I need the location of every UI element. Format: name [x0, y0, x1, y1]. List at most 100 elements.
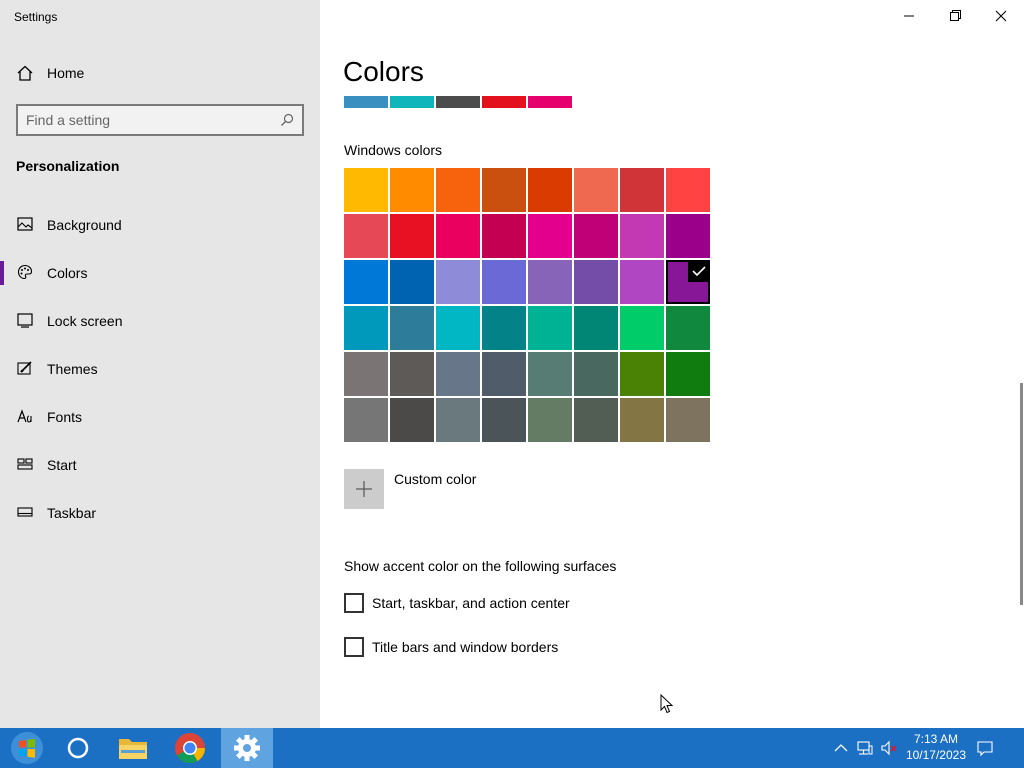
color-swatch[interactable]: [528, 214, 572, 258]
color-swatch[interactable]: [620, 352, 664, 396]
file-explorer-icon: [119, 739, 147, 759]
color-swatch[interactable]: [390, 398, 434, 442]
color-swatch[interactable]: [528, 398, 572, 442]
close-button[interactable]: [978, 0, 1024, 32]
color-swatch[interactable]: [436, 260, 480, 304]
color-swatch[interactable]: [436, 214, 480, 258]
color-swatch[interactable]: [666, 398, 710, 442]
color-swatch[interactable]: [620, 168, 664, 212]
sidebar-item-taskbar[interactable]: Taskbar: [0, 493, 320, 533]
settings-taskbar-button[interactable]: [221, 728, 273, 768]
cortana-button[interactable]: [53, 728, 103, 768]
color-swatch[interactable]: [482, 260, 526, 304]
color-swatch[interactable]: [436, 306, 480, 350]
color-swatch[interactable]: [482, 352, 526, 396]
sidebar-item-colors[interactable]: Colors: [0, 253, 320, 293]
search-box[interactable]: [16, 104, 304, 136]
color-swatch[interactable]: [344, 306, 388, 350]
sidebar-item-start[interactable]: Start: [0, 445, 320, 485]
color-swatch[interactable]: [344, 214, 388, 258]
sidebar-item-label: Lock screen: [47, 313, 123, 329]
color-swatch[interactable]: [390, 306, 434, 350]
recent-color-swatch[interactable]: [344, 96, 388, 108]
cortana-icon: [67, 737, 89, 759]
action-center-icon[interactable]: [976, 739, 994, 757]
taskbar-icon: [17, 507, 33, 517]
color-swatch[interactable]: [390, 214, 434, 258]
sidebar-item-fonts[interactable]: Fonts: [0, 397, 320, 437]
color-swatch[interactable]: [574, 398, 618, 442]
chevron-up-icon[interactable]: [832, 739, 850, 757]
sidebar-item-themes[interactable]: Themes: [0, 349, 320, 389]
start-button[interactable]: [2, 728, 52, 768]
color-swatch[interactable]: [436, 398, 480, 442]
recent-color-swatch[interactable]: [390, 96, 434, 108]
color-swatch[interactable]: [482, 214, 526, 258]
custom-color-button[interactable]: [344, 469, 384, 509]
scrollbar[interactable]: [1020, 383, 1023, 605]
color-swatch[interactable]: [528, 306, 572, 350]
color-swatch[interactable]: [344, 398, 388, 442]
mouse-cursor-icon: [660, 694, 674, 714]
color-swatch[interactable]: [666, 214, 710, 258]
color-swatch[interactable]: [574, 306, 618, 350]
windows-logo-icon: [11, 732, 43, 764]
color-swatch[interactable]: [436, 168, 480, 212]
color-swatch[interactable]: [574, 168, 618, 212]
recent-color-swatch[interactable]: [436, 96, 480, 108]
clock-date: 10/17/2023: [905, 748, 966, 762]
checkbox[interactable]: [344, 637, 364, 657]
color-swatch[interactable]: [620, 398, 664, 442]
color-swatch[interactable]: [620, 214, 664, 258]
clock[interactable]: 7:13 AM 10/17/2023: [906, 731, 966, 763]
home-nav-item[interactable]: Home: [0, 58, 320, 88]
network-icon[interactable]: [856, 739, 874, 757]
restore-button[interactable]: [932, 0, 978, 32]
color-swatch[interactable]: [666, 352, 710, 396]
minimize-button[interactable]: [886, 0, 932, 32]
color-swatch[interactable]: [528, 168, 572, 212]
checkbox-label[interactable]: Title bars and window borders: [372, 639, 558, 655]
recent-color-swatch[interactable]: [482, 96, 526, 108]
sidebar-item-label: Colors: [47, 265, 88, 281]
color-swatch[interactable]: [574, 260, 618, 304]
main-content: Colors Windows colors Custom color Show …: [320, 0, 1024, 728]
sidebar-item-background[interactable]: Background: [0, 205, 320, 245]
sidebar-item-label: Background: [47, 217, 122, 233]
search-icon[interactable]: [280, 113, 294, 127]
recent-color-swatch[interactable]: [528, 96, 572, 108]
search-input[interactable]: [26, 111, 266, 129]
custom-color-label[interactable]: Custom color: [394, 471, 476, 487]
color-swatch[interactable]: [666, 306, 710, 350]
color-swatch[interactable]: [666, 168, 710, 212]
sidebar: Settings Home Personalization Background…: [0, 0, 320, 728]
color-swatch[interactable]: [344, 260, 388, 304]
color-swatch[interactable]: [574, 214, 618, 258]
chrome-button[interactable]: [165, 728, 215, 768]
color-swatch-selected[interactable]: [666, 260, 710, 304]
color-swatch[interactable]: [528, 352, 572, 396]
color-swatch[interactable]: [436, 352, 480, 396]
windows-colors-label: Windows colors: [344, 142, 443, 158]
color-swatch[interactable]: [390, 168, 434, 212]
color-swatch[interactable]: [344, 352, 388, 396]
color-swatch[interactable]: [574, 352, 618, 396]
color-swatch[interactable]: [390, 260, 434, 304]
volume-muted-icon[interactable]: [880, 739, 898, 757]
color-swatch[interactable]: [390, 352, 434, 396]
color-swatch[interactable]: [482, 306, 526, 350]
checkbox[interactable]: [344, 593, 364, 613]
file-explorer-button[interactable]: [108, 728, 158, 768]
checkbox-label[interactable]: Start, taskbar, and action center: [372, 595, 570, 611]
chrome-icon: [175, 733, 205, 764]
color-swatch[interactable]: [528, 260, 572, 304]
recent-colors: [344, 96, 572, 108]
sidebar-item-lock-screen[interactable]: Lock screen: [0, 301, 320, 341]
color-swatch[interactable]: [482, 398, 526, 442]
color-swatch[interactable]: [344, 168, 388, 212]
color-swatch[interactable]: [482, 168, 526, 212]
color-swatch[interactable]: [620, 260, 664, 304]
color-swatch[interactable]: [620, 306, 664, 350]
start-icon: [17, 458, 33, 470]
home-icon: [17, 65, 33, 81]
